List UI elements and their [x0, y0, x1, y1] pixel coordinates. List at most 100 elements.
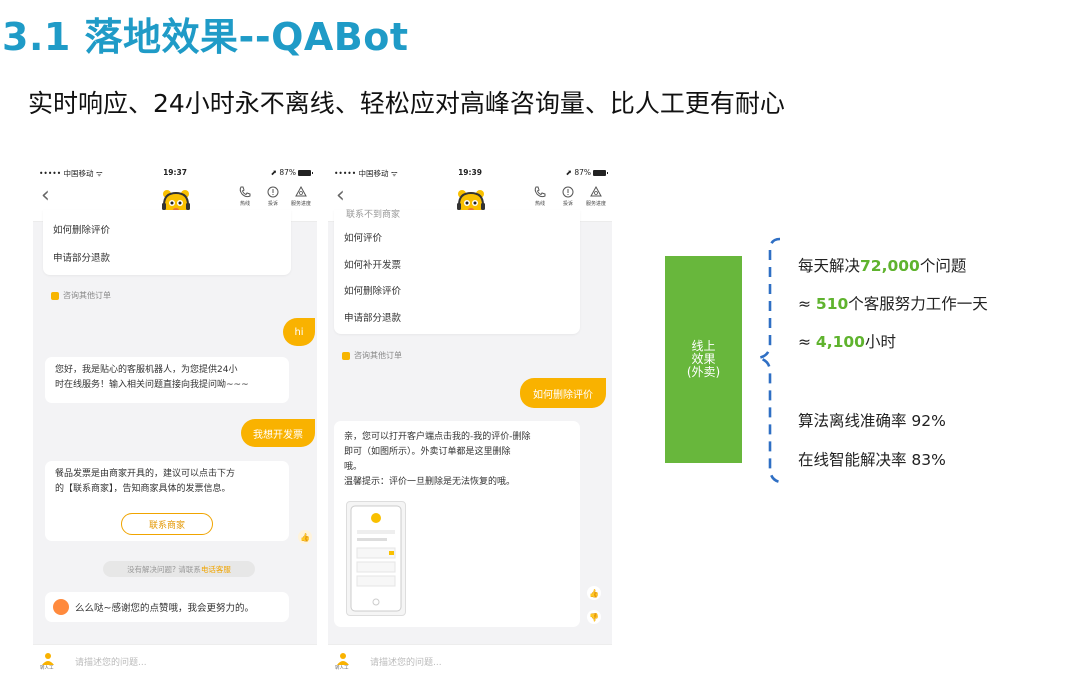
- effect-line-3: (外卖): [686, 365, 721, 379]
- transfer-human-label: 转人工: [335, 666, 349, 671]
- menu-item-cut-off: 联系不到商家: [346, 210, 401, 220]
- back-chevron-icon[interactable]: ‹: [41, 183, 50, 208]
- other-orders-label: 咨询其他订单: [354, 351, 402, 360]
- slide-title: 3.1 落地效果--QABot: [2, 15, 409, 59]
- service-progress-button[interactable]: 服务进度: [584, 185, 608, 207]
- bot-thanks-bubble: 么么哒~感谢您的点赞哦，我会更努力的。: [45, 592, 289, 622]
- menu-item-how-to-review[interactable]: 如何评价: [344, 230, 382, 244]
- nav-actions: 热线 投诉 服务进度: [528, 185, 608, 207]
- example-screenshot-thumbnail[interactable]: [346, 501, 406, 616]
- phone-support-link[interactable]: 电话客服: [201, 564, 231, 575]
- user-message-bubble: hi: [283, 318, 315, 346]
- stat-online-resolution: 在线智能解决率 83%: [798, 451, 946, 469]
- progress-icon: [295, 185, 307, 197]
- thumbs-down-icon[interactable]: 👎: [587, 610, 601, 624]
- back-chevron-icon[interactable]: ‹: [336, 183, 345, 208]
- menu-item-partial-refund[interactable]: 申请部分退款: [344, 310, 401, 324]
- other-orders-link[interactable]: 咨询其他订单: [51, 290, 111, 301]
- thumbs-up-icon[interactable]: 👍: [298, 530, 312, 544]
- stat-daily-solved: 每天解决72,000个问题: [798, 254, 966, 276]
- feedback-prefix: 没有解决问题? 请联系: [127, 564, 201, 574]
- transfer-human-button[interactable]: 转人工: [335, 651, 350, 671]
- user-message-bubble: 如何删除评价: [520, 378, 606, 408]
- menu-item-partial-refund[interactable]: 申请部分退款: [53, 250, 110, 264]
- stat-agents-suffix: 个客服努力工作一天: [848, 295, 988, 313]
- other-orders-label: 咨询其他订单: [63, 291, 111, 300]
- chat-input-placeholder[interactable]: 请描述您的问题...: [370, 655, 442, 668]
- battery-indicator: ⬈ 87%: [270, 168, 313, 177]
- transfer-human-button[interactable]: 转人工: [40, 651, 55, 671]
- hotline-label: 热线: [239, 201, 250, 207]
- progress-icon: [590, 185, 602, 197]
- hotline-button[interactable]: 热线: [528, 185, 552, 207]
- feedback-hint: 没有解决问题? 请联系 电话客服: [103, 561, 255, 577]
- bot-answer-line-2: 即可（如图所示）。外卖订单都是这里删除: [344, 447, 511, 457]
- alert-shield-icon: [267, 186, 279, 198]
- status-bar: ••••• 中国移动 ᯤ 19:39 ⬈ 87%: [328, 164, 612, 181]
- slide-subtitle: 实时响应、24小时永不离线、轻松应对高峰咨询量、比人工更有耐心: [28, 89, 785, 118]
- nav-actions: 热线 投诉 服务进度: [233, 185, 313, 207]
- stat-hours-number: 4,100: [815, 333, 865, 351]
- stat-daily-solved-prefix: 每天解决: [798, 257, 861, 275]
- other-orders-link[interactable]: 咨询其他订单: [342, 350, 402, 361]
- complaint-button[interactable]: 投诉: [261, 185, 285, 207]
- stat-offline-accuracy: 算法离线准确率 92%: [798, 412, 946, 430]
- stat-hours-suffix: 小时: [864, 333, 896, 351]
- contact-merchant-button[interactable]: 联系商家: [121, 513, 213, 535]
- stat-agents-number: 510: [815, 295, 849, 313]
- online-effect-box: 线上 效果 (外卖): [665, 256, 742, 463]
- menu-item-delete-review[interactable]: 如何删除评价: [53, 222, 110, 236]
- bot-answer-line-4: 温馨提示：评价一旦删除是无法恢复的哦。: [344, 477, 516, 487]
- transfer-human-label: 转人工: [40, 666, 54, 671]
- battery-icon: [593, 169, 608, 176]
- faq-menu-card: 如何删除评价 申请部分退款: [43, 210, 291, 275]
- battery-icon: [298, 169, 313, 176]
- stat-daily-solved-suffix: 个问题: [919, 257, 967, 275]
- battery-label: ⬈ 87%: [565, 168, 591, 177]
- menu-item-delete-review[interactable]: 如何删除评价: [344, 283, 401, 297]
- bot-greeting-line-2: 时在线服务！输入相关问题直接向我提问呦~~~: [55, 380, 249, 390]
- bot-greeting-line-1: 您好，我是贴心的客服机器人，为您提供24小: [55, 365, 238, 375]
- hotline-label: 热线: [534, 201, 545, 207]
- stat-daily-solved-number: 72,000: [860, 257, 920, 275]
- complaint-label: 投诉: [267, 201, 278, 207]
- human-agent-icon: [337, 653, 349, 665]
- alert-shield-icon: [562, 186, 574, 198]
- hotline-button[interactable]: 热线: [233, 185, 257, 207]
- service-progress-label: 服务进度: [585, 201, 606, 207]
- human-agent-icon: [42, 653, 54, 665]
- phone-icon: [534, 186, 546, 198]
- user-invoice-bubble: 我想开发票: [241, 419, 315, 447]
- thumbs-up-icon[interactable]: 👍: [587, 586, 601, 600]
- bot-answer-line-1: 亲，您可以打开客户端点击我的-我的评价-删除: [344, 432, 531, 442]
- menu-item-reissue-invoice[interactable]: 如何补开发票: [344, 257, 401, 271]
- curly-brace-divider: [757, 237, 781, 484]
- bot-greeting-bubble: 您好，我是贴心的客服机器人，为您提供24小 时在线服务！输入相关问题直接向我提问…: [45, 357, 289, 403]
- bot-thanks-text: 么么哒~感谢您的点赞哦，我会更努力的。: [75, 603, 254, 614]
- complaint-button[interactable]: 投诉: [556, 185, 580, 207]
- status-bar: ••••• 中国移动 ᯤ 19:37 ⬈ 87%: [33, 164, 317, 181]
- phone-screenshot-2: ••••• 中国移动 ᯤ 19:39 ⬈ 87% ‹ 热线 投诉 服务进度 联系…: [328, 164, 612, 677]
- stat-agents-equivalent: ≈ 510个客服努力工作一天: [798, 292, 988, 314]
- mini-app-screenshot: [350, 505, 402, 612]
- phone-screenshot-1: ••••• 中国移动 ᯤ 19:37 ⬈ 87% ‹ 热线 投诉 服务进度 如何…: [33, 164, 317, 677]
- stat-hours-prefix: ≈: [798, 333, 816, 351]
- service-progress-button[interactable]: 服务进度: [289, 185, 313, 207]
- complaint-label: 投诉: [562, 201, 573, 207]
- service-progress-label: 服务进度: [290, 201, 311, 207]
- order-icon: [51, 291, 59, 300]
- stat-hours-equivalent: ≈ 4,100小时: [798, 330, 896, 352]
- order-icon: [342, 351, 350, 360]
- stat-agents-prefix: ≈: [798, 295, 816, 313]
- chat-input-placeholder[interactable]: 请描述您的问题...: [75, 655, 147, 668]
- bot-invoice-line-1: 餐品发票是由商家开具的，建议可以点击下方: [55, 469, 236, 479]
- bot-answer-bubble: 亲，您可以打开客户端点击我的-我的评价-删除 即可（如图所示）。外卖订单都是这里…: [334, 421, 580, 627]
- battery-indicator: ⬈ 87%: [565, 168, 608, 177]
- faq-menu-card: 联系不到商家 如何评价 如何补开发票 如何删除评价 申请部分退款: [334, 210, 580, 334]
- phone-icon: [239, 186, 251, 198]
- chat-input-bar: 转人工 请描述您的问题...: [328, 644, 612, 677]
- bot-answer-line-3: 哦。: [344, 462, 363, 472]
- chat-input-bar: 转人工 请描述您的问题...: [33, 644, 317, 677]
- blush-emoji-icon: [53, 599, 69, 615]
- battery-label: ⬈ 87%: [270, 168, 296, 177]
